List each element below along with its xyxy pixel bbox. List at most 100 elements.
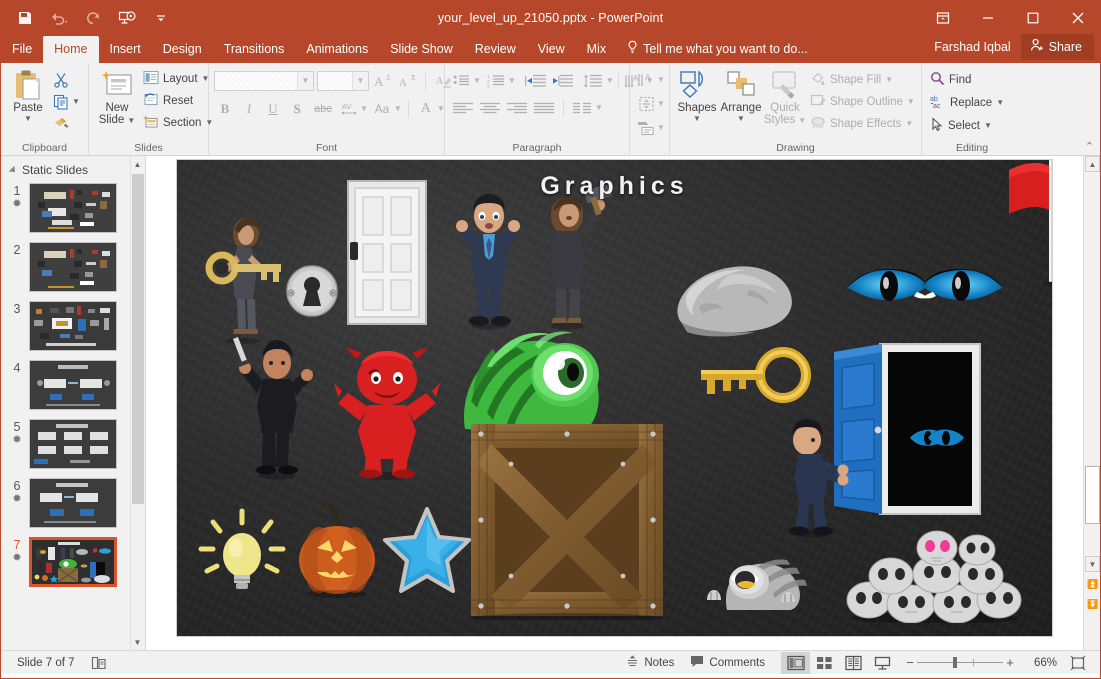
slide-edit-area[interactable]: Graphics bbox=[146, 156, 1083, 650]
zoom-percentage[interactable]: 66% bbox=[1023, 657, 1057, 669]
zoom-in-button[interactable]: + bbox=[1003, 655, 1017, 670]
align-right-button[interactable] bbox=[504, 97, 530, 119]
fit-slide-to-window-button[interactable] bbox=[1063, 652, 1092, 674]
normal-view-button[interactable] bbox=[781, 652, 810, 674]
increase-font-size-button[interactable]: A bbox=[372, 70, 394, 92]
ribbon-display-options-icon[interactable] bbox=[920, 1, 965, 35]
thumbnail-image[interactable] bbox=[29, 478, 117, 528]
zoom-out-button[interactable]: − bbox=[903, 655, 917, 670]
jack-o-lantern-icon[interactable] bbox=[287, 500, 387, 600]
arrange-caret[interactable]: ▼ bbox=[737, 115, 745, 123]
select-caret[interactable]: ▼ bbox=[984, 122, 992, 130]
tell-me-search[interactable]: Tell me what you want to do... bbox=[617, 35, 818, 63]
character-spacing-button[interactable]: AV bbox=[338, 98, 360, 120]
italic-button[interactable]: I bbox=[238, 98, 260, 120]
slide-vertical-scrollbar[interactable]: ▲ ▼ ⏫ ⏬ bbox=[1083, 156, 1100, 650]
text-direction-vertical-caret[interactable]: ▼ bbox=[657, 76, 665, 84]
animation-star-icon[interactable]: ✹ bbox=[12, 494, 21, 505]
thumbnail-image-selected[interactable] bbox=[29, 537, 117, 587]
shape-fill-caret[interactable]: ▼ bbox=[885, 76, 893, 84]
font-name-input[interactable]: ▼ bbox=[214, 71, 314, 91]
account-name[interactable]: Farshad Iqbal bbox=[924, 36, 1020, 58]
paste-dropdown-caret[interactable]: ▼ bbox=[24, 115, 32, 123]
tab-transitions[interactable]: Transitions bbox=[213, 36, 296, 63]
blue-monster-eyes-icon[interactable] bbox=[845, 258, 1005, 320]
gold-key-icon[interactable] bbox=[697, 345, 812, 405]
line-spacing-button[interactable] bbox=[581, 70, 605, 92]
decrease-indent-button[interactable] bbox=[523, 70, 549, 92]
comments-button[interactable]: Comments bbox=[682, 652, 773, 674]
notes-edit-icon[interactable] bbox=[83, 652, 115, 674]
section-header-static-slides[interactable]: Static Slides bbox=[1, 156, 145, 183]
tab-view[interactable]: View bbox=[527, 36, 576, 63]
find-button[interactable]: Find bbox=[927, 69, 974, 91]
tab-slide-show[interactable]: Slide Show bbox=[379, 36, 464, 63]
slide-title-text[interactable]: Graphics bbox=[177, 172, 1052, 201]
thumbnail-image[interactable] bbox=[29, 183, 117, 233]
thumbnail-item-5[interactable]: 5 ✹ bbox=[1, 419, 145, 478]
thumbnail-image[interactable] bbox=[29, 419, 117, 469]
slide-indicator[interactable]: Slide 7 of 7 bbox=[9, 652, 83, 674]
ninja-with-sword-character[interactable] bbox=[229, 335, 319, 480]
section-collapse-triangle-icon[interactable] bbox=[9, 166, 18, 175]
quick-styles-button[interactable]: Quick Styles▼ bbox=[763, 66, 807, 129]
quick-styles-caret[interactable]: ▼ bbox=[798, 117, 806, 125]
maximize-icon[interactable] bbox=[1010, 1, 1055, 35]
character-spacing-caret[interactable]: ▼ bbox=[360, 105, 368, 113]
shapes-caret[interactable]: ▼ bbox=[693, 115, 701, 123]
thumbnail-image[interactable] bbox=[29, 360, 117, 410]
blue-door-open-icon[interactable] bbox=[832, 342, 982, 522]
redo-icon[interactable] bbox=[83, 8, 103, 28]
blue-star-icon[interactable] bbox=[382, 505, 472, 593]
collapse-ribbon-button[interactable]: ⌃ bbox=[1085, 140, 1094, 153]
shape-effects-button[interactable]: Shape Effects ▼ bbox=[807, 113, 918, 135]
change-case-caret[interactable]: ▼ bbox=[394, 105, 402, 113]
text-shadow-button[interactable]: S bbox=[286, 98, 308, 120]
notes-button[interactable]: Notes bbox=[618, 652, 682, 674]
white-door-icon[interactable] bbox=[347, 180, 427, 325]
font-size-dropdown-caret[interactable]: ▼ bbox=[352, 72, 368, 90]
slide-canvas[interactable]: Graphics bbox=[177, 160, 1052, 636]
replace-caret[interactable]: ▼ bbox=[996, 99, 1004, 107]
thumbnail-scroll-up-button[interactable]: ▲ bbox=[131, 157, 144, 171]
tab-file[interactable]: File bbox=[1, 36, 43, 63]
man-pushing-door-character[interactable] bbox=[777, 418, 852, 538]
align-left-button[interactable] bbox=[450, 97, 476, 119]
green-striped-monster[interactable] bbox=[435, 305, 635, 435]
zoom-track[interactable] bbox=[917, 662, 1003, 663]
customize-quick-access-toolbar-icon[interactable] bbox=[151, 8, 171, 28]
next-slide-button[interactable]: ⏬ bbox=[1087, 598, 1099, 610]
copy-button[interactable] bbox=[50, 91, 72, 113]
start-presentation-icon[interactable] bbox=[117, 8, 137, 28]
shape-outline-caret[interactable]: ▼ bbox=[907, 98, 915, 106]
character-holding-gold-key[interactable] bbox=[203, 205, 283, 345]
line-spacing-caret[interactable]: ▼ bbox=[606, 77, 614, 85]
font-name-dropdown-caret[interactable]: ▼ bbox=[297, 72, 313, 90]
format-painter-button[interactable] bbox=[50, 113, 72, 135]
animation-star-icon[interactable]: ✹ bbox=[12, 435, 21, 446]
text-direction-vertical-button[interactable]: A bbox=[635, 69, 657, 91]
undo-icon[interactable] bbox=[49, 8, 69, 28]
close-icon[interactable] bbox=[1055, 1, 1100, 35]
section-button[interactable]: Section ▼ bbox=[140, 112, 216, 134]
thumbnail-image[interactable] bbox=[29, 301, 117, 351]
tab-animations[interactable]: Animations bbox=[295, 36, 379, 63]
tab-insert[interactable]: Insert bbox=[99, 36, 152, 63]
thumbnail-scroll-down-button[interactable]: ▼ bbox=[131, 635, 144, 649]
tab-design[interactable]: Design bbox=[152, 36, 213, 63]
slide-sorter-view-button[interactable] bbox=[810, 652, 839, 674]
center-button[interactable] bbox=[477, 97, 503, 119]
strikethrough-button[interactable]: abc bbox=[310, 98, 336, 120]
bullets-button[interactable] bbox=[450, 70, 472, 92]
shape-fill-button[interactable]: Shape Fill ▼ bbox=[807, 69, 918, 91]
replace-button[interactable]: abac Replace ▼ bbox=[927, 92, 1007, 114]
previous-slide-button[interactable]: ⏫ bbox=[1087, 578, 1099, 590]
skull-pile-icon[interactable] bbox=[845, 528, 1025, 623]
thumbnail-item-1[interactable]: 1 ✹ bbox=[1, 183, 145, 242]
justify-button[interactable] bbox=[531, 97, 557, 119]
bullets-caret[interactable]: ▼ bbox=[473, 77, 481, 85]
shapes-button[interactable]: Shapes ▼ bbox=[675, 66, 719, 125]
font-size-input[interactable]: ▼ bbox=[317, 71, 369, 91]
cut-button[interactable] bbox=[50, 69, 72, 91]
thumbnail-item-3[interactable]: 3 bbox=[1, 301, 145, 360]
